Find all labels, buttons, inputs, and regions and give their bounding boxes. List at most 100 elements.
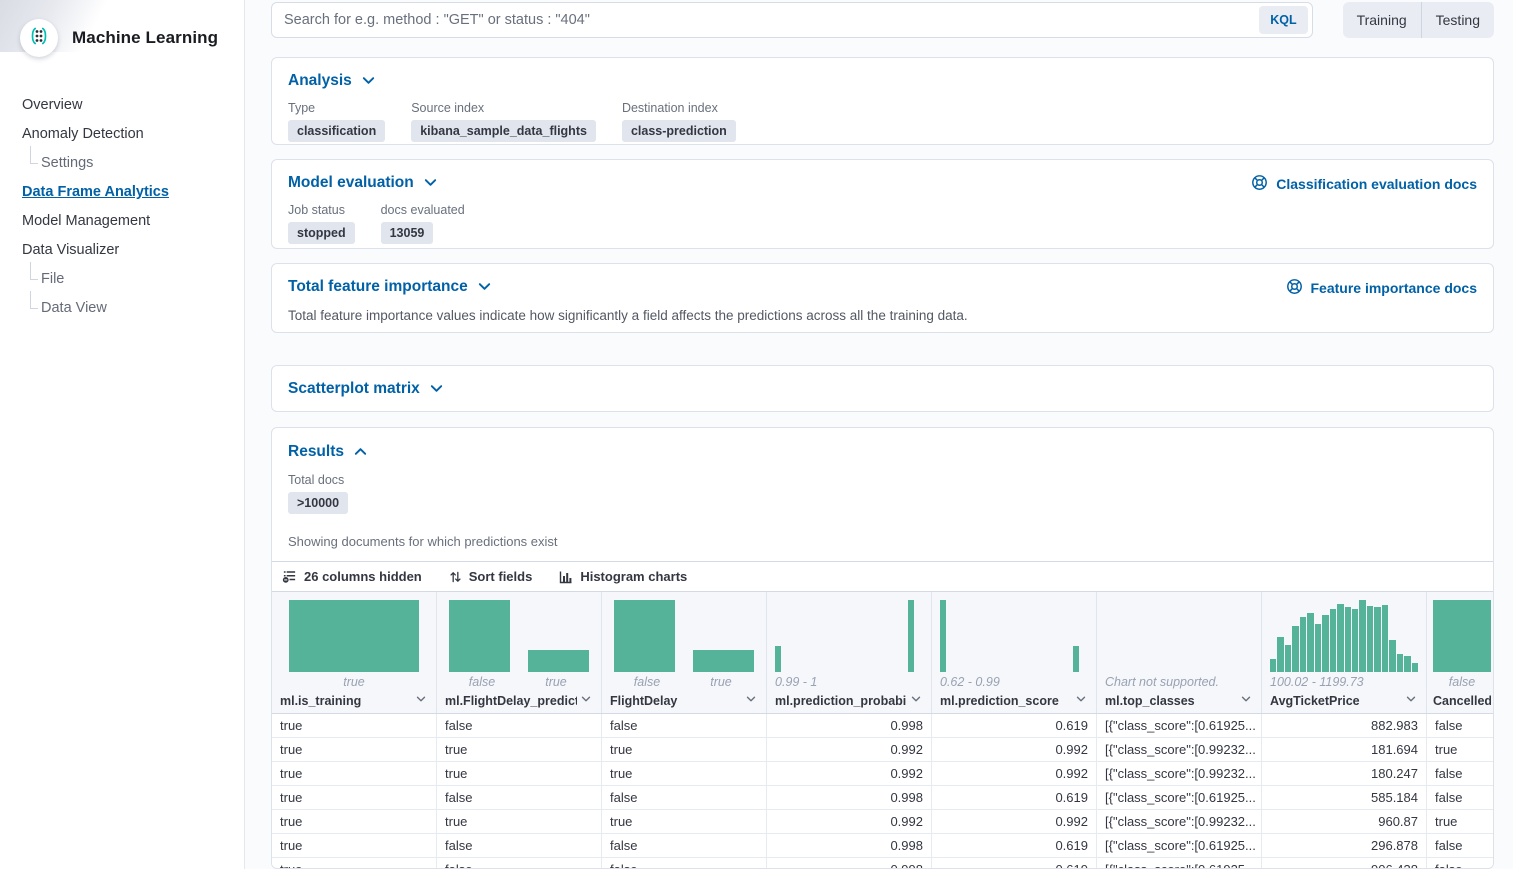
cell-ml.prediction_probabilit[interactable]: 0.992 [767, 738, 932, 761]
cell-ml.is_training[interactable]: true [272, 858, 437, 869]
feature-importance-docs-link[interactable]: Feature importance docs [1286, 278, 1478, 298]
cell-ml.FlightDelay_predictio[interactable]: false [437, 858, 602, 869]
column-header-ml.prediction_score[interactable]: 0.62 - 0.99ml.prediction_score [932, 592, 1097, 713]
cell-AvgTicketPrice[interactable]: 960.87 [1262, 810, 1427, 833]
sidebar-item-data-frame-analytics[interactable]: Data Frame Analytics [0, 178, 244, 207]
sidebar-item-data-visualizer[interactable]: Data Visualizer [0, 236, 244, 265]
cell-ml.FlightDelay_predictio[interactable]: true [437, 810, 602, 833]
column-header-ml.top_classes[interactable]: Chart not supported.ml.top_classes [1097, 592, 1262, 713]
feature-importance-panel-toggle[interactable]: Total feature importance [288, 277, 492, 296]
cell-Cancelled[interactable]: true [1427, 738, 1493, 761]
kql-language-button[interactable]: KQL [1259, 6, 1307, 34]
cell-ml.prediction_probabilit[interactable]: 0.998 [767, 834, 932, 857]
cell-ml.prediction_probabilit[interactable]: 0.992 [767, 762, 932, 785]
cell-FlightDelay[interactable]: false [602, 858, 767, 869]
sidebar-item-anomaly-detection[interactable]: Anomaly Detection [0, 120, 244, 149]
cell-AvgTicketPrice[interactable]: 180.247 [1262, 762, 1427, 785]
cell-ml.FlightDelay_predictio[interactable]: false [437, 714, 602, 737]
histogram-charts-button[interactable]: Histogram charts [559, 569, 687, 584]
classification-evaluation-docs-link[interactable]: Classification evaluation docs [1251, 174, 1477, 194]
cell-ml.top_classes[interactable]: [{"class_score":[0.61925... [1097, 786, 1262, 809]
column-actions-chevron-icon[interactable] [1237, 692, 1253, 711]
cell-FlightDelay[interactable]: false [602, 834, 767, 857]
cell-ml.prediction_score[interactable]: 0.992 [932, 762, 1097, 785]
column-actions-chevron-icon[interactable] [907, 692, 923, 711]
cell-FlightDelay[interactable]: true [602, 810, 767, 833]
cell-ml.FlightDelay_predictio[interactable]: true [437, 762, 602, 785]
cell-FlightDelay[interactable]: true [602, 762, 767, 785]
sidebar-item-file[interactable]: File [0, 265, 244, 294]
cell-ml.is_training[interactable]: true [272, 762, 437, 785]
cell-FlightDelay[interactable]: false [602, 714, 767, 737]
cell-AvgTicketPrice[interactable]: 585.184 [1262, 786, 1427, 809]
cell-Cancelled[interactable]: false [1427, 834, 1493, 857]
results-panel-toggle[interactable]: Results [288, 442, 368, 461]
testing-filter-button[interactable]: Testing [1421, 2, 1494, 38]
column-header-ml.prediction_probabilit[interactable]: 0.99 - 1ml.prediction_probabilit [767, 592, 932, 713]
cell-ml.FlightDelay_predictio[interactable]: false [437, 786, 602, 809]
cell-ml.is_training[interactable]: true [272, 834, 437, 857]
scatterplot-matrix-panel-toggle[interactable]: Scatterplot matrix [288, 379, 444, 398]
cell-ml.prediction_score[interactable]: 0.619 [932, 834, 1097, 857]
sort-fields-button[interactable]: Sort fields [449, 569, 533, 584]
training-filter-button[interactable]: Training [1343, 2, 1421, 38]
cell-ml.prediction_score[interactable]: 0.992 [932, 738, 1097, 761]
column-header-ml.FlightDelay_predictio[interactable]: falsetrueml.FlightDelay_predictio [437, 592, 602, 713]
cell-Cancelled[interactable]: false [1427, 858, 1493, 869]
column-actions-chevron-icon[interactable] [1072, 692, 1088, 711]
header-histogram-chart [1105, 600, 1253, 672]
results-data-grid: trueml.is_trainingfalsetrueml.FlightDela… [272, 591, 1493, 869]
cell-ml.is_training[interactable]: true [272, 738, 437, 761]
cell-FlightDelay[interactable]: true [602, 738, 767, 761]
analysis-panel-toggle[interactable]: Analysis [288, 71, 376, 90]
cell-Cancelled[interactable]: false [1427, 714, 1493, 737]
cell-ml.is_training[interactable]: true [272, 786, 437, 809]
column-actions-chevron-icon[interactable] [412, 692, 428, 711]
column-header-AvgTicketPrice[interactable]: 100.02 - 1199.73AvgTicketPrice [1262, 592, 1427, 713]
column-actions-chevron-icon[interactable] [742, 692, 758, 711]
column-actions-chevron-icon[interactable] [577, 692, 593, 711]
cell-ml.top_classes[interactable]: [{"class_score":[0.99232... [1097, 738, 1262, 761]
cell-FlightDelay[interactable]: false [602, 786, 767, 809]
column-header-Cancelled[interactable]: falseCancelled [1427, 592, 1493, 713]
cell-ml.FlightDelay_predictio[interactable]: true [437, 738, 602, 761]
cell-AvgTicketPrice[interactable]: 882.983 [1262, 714, 1427, 737]
cell-ml.top_classes[interactable]: [{"class_score":[0.61925... [1097, 714, 1262, 737]
cell-ml.prediction_score[interactable]: 0.619 [932, 858, 1097, 869]
column-header-FlightDelay[interactable]: falsetrueFlightDelay [602, 592, 767, 713]
cell-Cancelled[interactable]: true [1427, 810, 1493, 833]
sidebar-item-model-management[interactable]: Model Management [0, 207, 244, 236]
sidebar-item-overview[interactable]: Overview [0, 91, 244, 120]
columns-hidden-button[interactable]: 26 columns hidden [282, 569, 422, 584]
cell-ml.prediction_probabilit[interactable]: 0.992 [767, 810, 932, 833]
histogram-bar [1352, 609, 1358, 672]
sidebar-item-data-view[interactable]: Data View [0, 294, 244, 323]
cell-Cancelled[interactable]: false [1427, 762, 1493, 785]
cell-ml.prediction_probabilit[interactable]: 0.998 [767, 858, 932, 869]
analysis-title: Analysis [288, 71, 352, 90]
cell-AvgTicketPrice[interactable]: 906.438 [1262, 858, 1427, 869]
field-label: docs evaluated [381, 203, 465, 217]
cell-ml.prediction_score[interactable]: 0.992 [932, 810, 1097, 833]
cell-ml.FlightDelay_predictio[interactable]: false [437, 834, 602, 857]
cell-ml.prediction_score[interactable]: 0.619 [932, 786, 1097, 809]
cell-ml.is_training[interactable]: true [272, 714, 437, 737]
model-evaluation-panel-toggle[interactable]: Model evaluation [288, 173, 438, 192]
cell-ml.top_classes[interactable]: [{"class_score":[0.99232... [1097, 762, 1262, 785]
histogram-range-label: 0.99 - 1 [775, 674, 923, 690]
column-header-ml.is_training[interactable]: trueml.is_training [272, 592, 437, 713]
cell-ml.top_classes[interactable]: [{"class_score":[0.61925... [1097, 858, 1262, 869]
cell-ml.prediction_probabilit[interactable]: 0.998 [767, 786, 932, 809]
header-histogram-chart [1433, 600, 1491, 672]
cell-Cancelled[interactable]: false [1427, 786, 1493, 809]
cell-ml.top_classes[interactable]: [{"class_score":[0.61925... [1097, 834, 1262, 857]
cell-ml.prediction_score[interactable]: 0.619 [932, 714, 1097, 737]
cell-AvgTicketPrice[interactable]: 181.694 [1262, 738, 1427, 761]
search-input[interactable]: Search for e.g. method : "GET" or status… [271, 2, 1313, 38]
sidebar-item-settings[interactable]: Settings [0, 149, 244, 178]
column-actions-chevron-icon[interactable] [1402, 692, 1418, 711]
cell-AvgTicketPrice[interactable]: 296.878 [1262, 834, 1427, 857]
cell-ml.prediction_probabilit[interactable]: 0.998 [767, 714, 932, 737]
cell-ml.is_training[interactable]: true [272, 810, 437, 833]
cell-ml.top_classes[interactable]: [{"class_score":[0.99232... [1097, 810, 1262, 833]
